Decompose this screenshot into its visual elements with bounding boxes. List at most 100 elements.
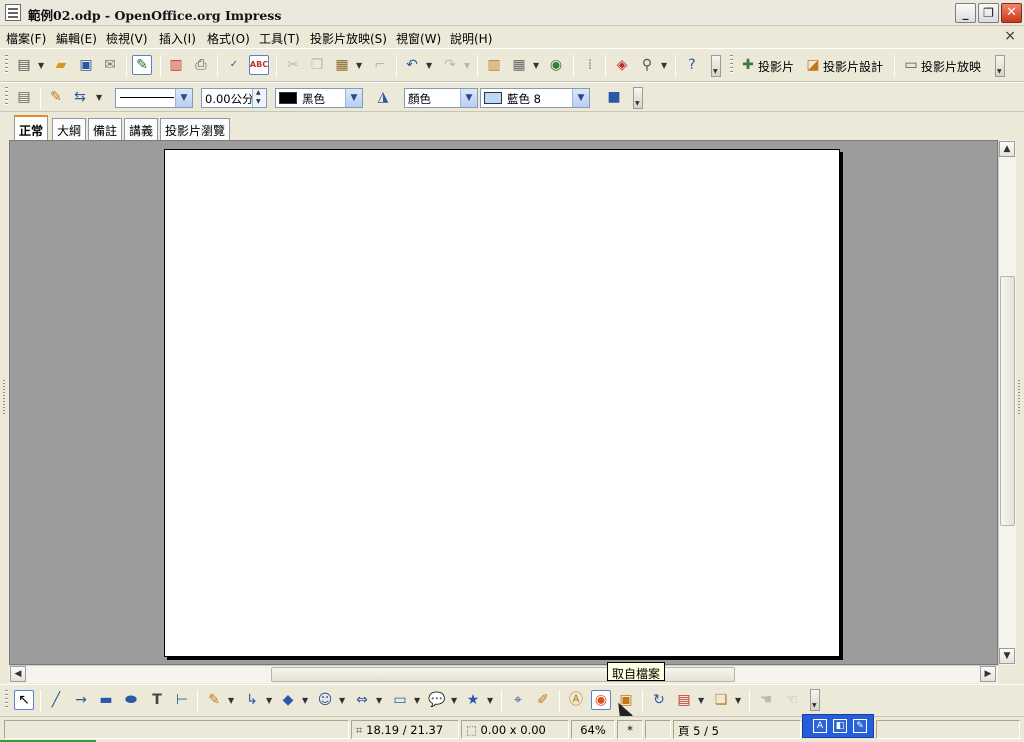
extrusion-icon[interactable]: ☚ [756, 690, 776, 710]
stars-dropdown-icon[interactable]: ▼ [487, 696, 493, 705]
copy-icon[interactable]: ❐ [307, 55, 327, 75]
block-arrows-icon[interactable]: ⇔ [352, 690, 372, 710]
align-icon[interactable]: ▤ [674, 690, 694, 710]
menu-tools[interactable]: 工具(T) [259, 30, 300, 47]
area-fill-icon[interactable]: ◮ [373, 87, 393, 107]
navigator-icon[interactable]: ◈ [612, 55, 632, 75]
arrange-icon[interactable]: ❏ [711, 690, 731, 710]
callouts-dropdown-icon[interactable]: ▼ [451, 696, 457, 705]
tab-normal[interactable]: 正常 [14, 115, 49, 140]
fontwork-icon[interactable]: Ⓐ [566, 690, 586, 710]
chevron-down-icon[interactable]: ▼ [572, 89, 589, 107]
autospellcheck-icon[interactable]: ABC [249, 55, 269, 75]
tab-notes[interactable]: 備註 [88, 118, 123, 140]
clone-formatting-icon[interactable]: ⌐ [370, 55, 390, 75]
toolbar-grip[interactable] [5, 55, 8, 75]
edit-file-icon[interactable]: ✎ [132, 55, 152, 75]
arrow-style-icon[interactable]: ⇆ [70, 87, 90, 107]
area-style-select[interactable]: 顏色 ▼ [404, 88, 478, 108]
zoom-icon[interactable]: ⚲ [637, 55, 657, 75]
line-width-spinner[interactable] [252, 89, 266, 107]
basic-shapes-icon[interactable]: ◆ [278, 690, 298, 710]
rectangle-tool-icon[interactable]: ▬ [96, 690, 116, 710]
arrow-style-dropdown-icon[interactable]: ▼ [96, 93, 102, 102]
left-pane-grip[interactable] [0, 140, 9, 665]
menu-edit[interactable]: 編輯(E) [56, 30, 97, 47]
line-style-select[interactable]: ▼ [115, 88, 193, 108]
menu-help[interactable]: 說明(H) [450, 30, 492, 47]
scroll-left-icon[interactable]: ◀ [10, 666, 26, 682]
menu-window[interactable]: 視窗(W) [396, 30, 441, 47]
connectors-dropdown-icon[interactable]: ▼ [266, 696, 272, 705]
select-icon[interactable]: ↖ [14, 690, 34, 710]
chart-icon[interactable]: ▥ [484, 55, 504, 75]
restore-button[interactable]: ❐ [978, 3, 999, 23]
redo-icon[interactable]: ↷ [440, 55, 460, 75]
print-icon[interactable]: ⎙ [191, 55, 211, 75]
connectors-icon[interactable]: ↳ [242, 690, 262, 710]
rotate-icon[interactable]: ↻ [649, 690, 669, 710]
horizontal-scroll-thumb[interactable] [271, 667, 735, 682]
flowchart-icon[interactable]: ▭ [390, 690, 410, 710]
symbol-shapes-dropdown-icon[interactable]: ▼ [339, 696, 345, 705]
vertical-scrollbar[interactable]: ▲ ▼ [998, 140, 1016, 665]
curve-tool-icon[interactable]: ✎ [204, 690, 224, 710]
close-document-icon[interactable]: × [1004, 28, 1016, 44]
styles-icon[interactable]: ▤ [14, 87, 34, 107]
toolbar-grip[interactable] [5, 87, 8, 107]
toolbar-grip[interactable] [5, 690, 8, 710]
toolbar-overflow-button[interactable] [633, 87, 643, 109]
paste-icon[interactable]: ▦ [332, 55, 352, 75]
minimize-button[interactable]: _ [955, 3, 976, 23]
curve-dropdown-icon[interactable]: ▼ [228, 696, 234, 705]
new-document-icon[interactable]: ▤ [14, 55, 34, 75]
cut-icon[interactable]: ✂ [283, 55, 303, 75]
stars-icon[interactable]: ★ [463, 690, 483, 710]
line-color-select[interactable]: 黑色 ▼ [275, 88, 363, 108]
grid-icon[interactable]: ⁞ [580, 55, 600, 75]
spellcheck-icon[interactable]: ✓ [224, 55, 244, 75]
undo-dropdown-icon[interactable]: ▼ [426, 61, 432, 70]
menu-insert[interactable]: 插入(I) [159, 30, 196, 47]
right-pane-grip[interactable] [1015, 140, 1024, 665]
slide-design-button[interactable]: 投影片設計 [823, 58, 883, 75]
table-dropdown-icon[interactable]: ▼ [533, 61, 539, 70]
redo-dropdown-icon[interactable]: ▼ [464, 61, 470, 70]
undo-icon[interactable]: ↶ [402, 55, 422, 75]
arrange-dropdown-icon[interactable]: ▼ [735, 696, 741, 705]
help-icon[interactable]: ? [682, 55, 702, 75]
line-arrow-tool-icon[interactable]: → [71, 690, 91, 710]
basic-shapes-dropdown-icon[interactable]: ▼ [302, 696, 308, 705]
glue-points-icon[interactable]: ✐ [533, 690, 553, 710]
line-width-field[interactable]: 0.00公分 [201, 88, 267, 108]
export-pdf-icon[interactable]: ▥ [166, 55, 186, 75]
ime-halfwidth-icon[interactable]: ◧ [833, 719, 847, 733]
status-zoom[interactable]: 64% [571, 720, 615, 739]
email-icon[interactable]: ✉ [100, 55, 120, 75]
ime-input-icon[interactable]: A [813, 719, 827, 733]
new-dropdown-icon[interactable]: ▼ [38, 61, 44, 70]
slide-workspace[interactable] [9, 140, 998, 665]
save-icon[interactable]: ▣ [76, 55, 96, 75]
line-icon[interactable]: ✎ [46, 87, 66, 107]
table-icon[interactable]: ▦ [509, 55, 529, 75]
tab-slide-sorter[interactable]: 投影片瀏覽 [160, 118, 231, 140]
status-selection-mode[interactable] [645, 720, 671, 739]
gallery-icon[interactable]: ◉ [546, 55, 566, 75]
slide-show-icon[interactable]: ▭ [901, 55, 921, 75]
slide-button[interactable]: 投影片 [758, 58, 794, 75]
symbol-shapes-icon[interactable]: ☺ [315, 690, 335, 710]
ellipse-tool-icon[interactable]: ⬬ [121, 690, 141, 710]
tab-handout[interactable]: 講義 [124, 118, 159, 140]
slide-design-icon[interactable]: ◪ [803, 55, 823, 75]
menu-file[interactable]: 檔案(F) [6, 30, 46, 47]
paste-dropdown-icon[interactable]: ▼ [356, 61, 362, 70]
toolbar-overflow-button[interactable] [711, 55, 721, 77]
chevron-down-icon[interactable]: ▼ [460, 89, 477, 107]
ime-language-bar[interactable]: A ◧ ✎ [802, 714, 874, 738]
menu-slide-show[interactable]: 投影片放映(S) [310, 30, 387, 47]
zoom-dropdown-icon[interactable]: ▼ [661, 61, 667, 70]
slide-canvas[interactable] [164, 149, 840, 657]
impress-app-icon[interactable] [5, 4, 21, 21]
toolbar-overflow-button[interactable] [810, 689, 820, 711]
